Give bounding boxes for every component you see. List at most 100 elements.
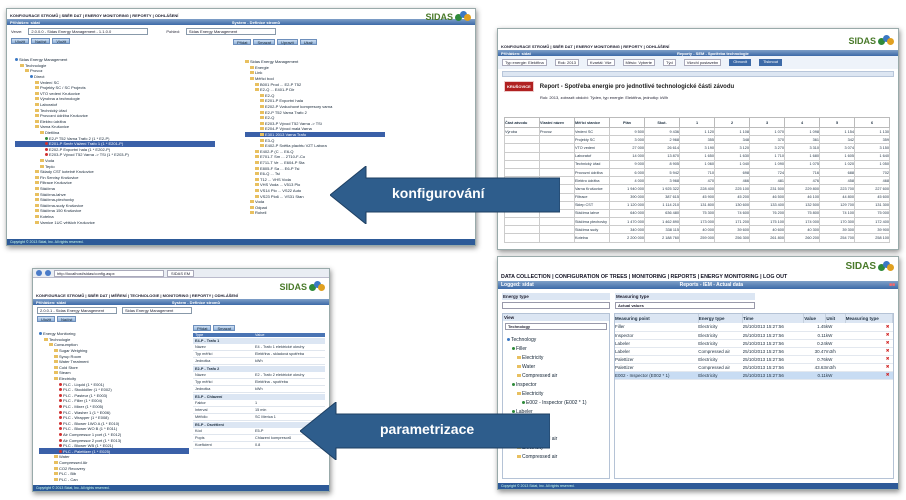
param-row[interactable]: Typ měřicí Elektřina - skladová spotřeba <box>193 351 325 358</box>
add-button[interactable]: Přidat <box>193 325 212 331</box>
monitor-row[interactable]: Palettizer Compressed air 25/10/2013 15:27… <box>615 363 893 372</box>
monitor-row[interactable]: E002 - Inspector (E002 * 1) Electricity 25… <box>615 371 893 380</box>
pohled-select[interactable]: Sidas Energy Management <box>185 28 276 35</box>
save-button[interactable]: Uložit <box>37 316 56 322</box>
version-select[interactable]: 2.0.0.0 - Sidas Energy Management - 1.1.… <box>28 28 149 35</box>
left-tree[interactable]: Sidas Energy Management Technologie Provoz… <box>15 57 215 237</box>
filter-field[interactable]: Měsíc: Vyberte <box>622 59 656 66</box>
monitor-row[interactable]: Palettizer Electricity 25/10/2013 15:27:56… <box>615 355 893 364</box>
param-value[interactable]: 15 min <box>253 408 268 412</box>
monitor-cell: m3/h <box>825 363 846 372</box>
address-bar[interactable]: http://localhost/sidas/config.aspx <box>54 269 164 277</box>
filter-button[interactable]: Obnovit <box>729 59 752 66</box>
param-value[interactable]: SC Merica 1 <box>253 415 278 419</box>
edit-button[interactable]: Upravit <box>277 39 298 45</box>
param-row[interactable]: Název E2 - Trafo 2 elektrické okruhy <box>193 372 325 379</box>
load-button[interactable]: Načíst <box>57 316 77 322</box>
top-menu[interactable]: KONFIGURACE STROMŮ | SBĚR DAT | ENERGY M… <box>7 12 475 19</box>
delete-icon[interactable]: ✖ <box>886 364 890 370</box>
param-value[interactable]: E4 - Trafo 1 elektrické okruhy <box>253 345 306 349</box>
monitor-row[interactable]: Filler Electricity 25/10/2013 15:27:56 1.45… <box>615 323 893 332</box>
param-value[interactable]: 0.8 <box>253 443 262 447</box>
load-button[interactable]: Načíst <box>31 38 51 44</box>
folder-icon <box>255 172 259 176</box>
report-cell: 256 300 <box>714 233 750 243</box>
flags-icon[interactable]: ■■ <box>889 282 895 288</box>
param-value[interactable]: E5-P <box>253 429 265 433</box>
delete-icon[interactable]: ✖ <box>886 332 890 338</box>
report-row: Projekty SC 3 000 2 968 355 348 370 361 342 359 <box>504 135 890 145</box>
filter-button[interactable]: Tisknout <box>759 59 783 66</box>
tree-item[interactable]: Electricity <box>507 353 605 362</box>
report-cell: 39 900 <box>854 225 890 235</box>
save-button[interactable]: Uložit <box>11 38 30 44</box>
report-cell: 171 200 <box>714 217 750 227</box>
browser-tab[interactable]: SIDAS EM <box>167 269 195 277</box>
measuring-type-select[interactable]: Actual values <box>615 302 755 309</box>
tree-item[interactable]: Technology <box>507 335 605 344</box>
report-cell: 45 600 <box>854 192 890 202</box>
tree-item[interactable]: Inspector <box>507 380 605 389</box>
report-cell: 40 600 <box>749 225 785 235</box>
delete-icon[interactable]: ✖ <box>886 340 890 346</box>
folder-icon <box>54 371 58 375</box>
filter-field[interactable]: Rok: 2013 <box>554 59 579 66</box>
back-icon[interactable] <box>36 270 42 276</box>
top-menu[interactable]: DATA COLLECTION | CONFIGURATION OF TREES… <box>498 273 898 281</box>
monitor-row[interactable]: Labeler Compressed air 25/10/2013 15:27:56… <box>615 347 893 356</box>
folder-icon <box>255 88 259 92</box>
param-row[interactable]: Jednotka kWh <box>193 386 325 393</box>
folder-icon <box>54 466 58 470</box>
version-select[interactable]: 2.0.0.1 - Sidas Energy Management <box>37 307 117 314</box>
tree-item-label: E701-T Sm ... 2T10-F-Co <box>260 154 306 160</box>
folder-icon <box>35 119 39 123</box>
param-value[interactable]: kWh <box>253 387 265 391</box>
report-cell: 702 <box>854 167 890 178</box>
tree-item[interactable]: Compressed air <box>507 371 605 380</box>
show-button[interactable]: Ukaž <box>299 39 317 45</box>
tree-item[interactable]: Varnice 1UC větších Krušovice <box>15 219 215 225</box>
filter-field[interactable]: Týd <box>663 59 676 66</box>
tree-item[interactable]: Filler <box>507 344 605 353</box>
report-cell: 1 925 322 <box>644 184 680 194</box>
delete-button[interactable]: Smazat <box>253 39 276 45</box>
monitor-row[interactable]: Inspector Electricity 25/10/2013 15:27:56 0… <box>615 331 893 340</box>
report-toolbar[interactable] <box>502 71 894 77</box>
tree-item-label: Sugar Weighing <box>59 348 88 354</box>
view-select[interactable]: Technology <box>505 323 607 330</box>
top-menu[interactable]: KONFIGURACE STROMŮ | SBĚR DAT | MĚŘENÍ |… <box>33 292 329 299</box>
param-value[interactable]: Elektřina - spotřeba <box>253 380 290 384</box>
tree-item-label: Link <box>255 70 263 76</box>
delete-icon[interactable]: ✖ <box>886 348 890 354</box>
tree-item[interactable]: PLC - Can <box>39 476 189 481</box>
param-value[interactable]: E2 - Trafo 2 elektrické okruhy <box>253 373 306 377</box>
monitor-row[interactable]: Labeler Electricity 25/10/2013 15:27:56 0.2… <box>615 339 893 348</box>
delete-button[interactable]: Smazat <box>213 325 236 331</box>
tree-item[interactable]: Electricity <box>507 389 605 398</box>
pohled-select[interactable]: Sidas Energy Management <box>122 307 192 314</box>
filter-field[interactable]: Všechl postavebn <box>683 59 722 66</box>
top-menu[interactable]: KONFIGURACE STROMŮ | SBĚR DAT | ENERGY M… <box>498 43 898 50</box>
param-row[interactable]: Typ měřicí Elektřina - spotřeba <box>193 379 325 386</box>
energy-type-select[interactable] <box>502 302 610 309</box>
filter-field[interactable]: Kvartál: Vše <box>586 59 615 66</box>
param-value[interactable]: kWh <box>253 359 265 363</box>
delete-icon[interactable]: ✖ <box>886 372 890 378</box>
param-value[interactable]: 1 <box>253 401 259 405</box>
param-row[interactable]: Název E4 - Trafo 1 elektrické okruhy <box>193 344 325 351</box>
technology-tree[interactable]: Energy Monitoring Technologie Consumption S… <box>39 331 189 481</box>
add-button[interactable]: Přidat <box>233 39 252 45</box>
filter-field[interactable]: Typ energie: Elektřina <box>502 59 547 66</box>
delete-icon[interactable]: ✖ <box>886 356 890 362</box>
report-cell: 74 100 <box>819 208 855 219</box>
param-value[interactable]: Chlazení kompresorů <box>253 436 293 440</box>
param-row[interactable]: Jednotka kWh <box>193 358 325 365</box>
delete-icon[interactable]: ✖ <box>886 324 890 330</box>
report-cell: 46 100 <box>784 192 820 202</box>
monitor-cell: Electricity <box>698 331 743 340</box>
tree-item[interactable]: Water <box>507 362 605 371</box>
tree-item-label: Technologie <box>49 336 71 342</box>
forward-icon[interactable] <box>45 270 51 276</box>
param-value[interactable]: Elektřina - skladová spotřeba <box>253 352 306 356</box>
insert-button[interactable]: Vložit <box>52 38 71 44</box>
